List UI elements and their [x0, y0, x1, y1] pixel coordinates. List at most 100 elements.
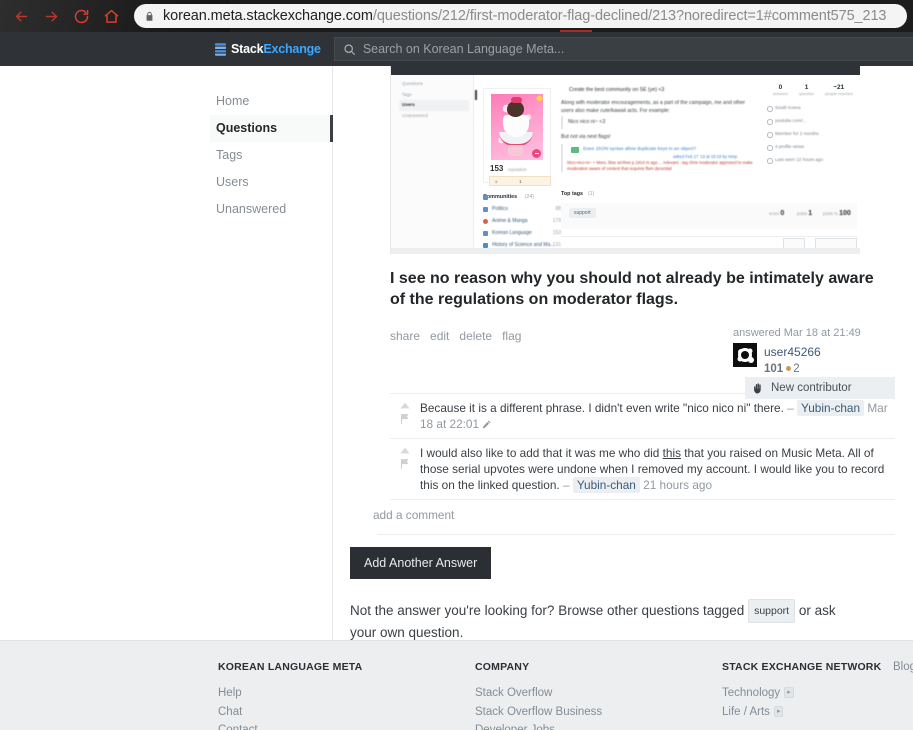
footer-link-technology[interactable]: Technology ▸	[722, 684, 882, 703]
user-name-link[interactable]: user45266	[764, 345, 821, 359]
stack-exchange-logo[interactable]: StackExchange	[215, 42, 321, 56]
mini-paragraph-2: But not via next flags!	[561, 134, 611, 140]
comment-upvote-icon[interactable]	[400, 402, 410, 409]
mini-tagstat-posts: posts 1	[797, 210, 813, 217]
site-footer: Korean Language Meta Help Chat Contact C…	[0, 640, 913, 730]
footer-link-contact[interactable]: Contact	[218, 721, 448, 730]
sidebar-item-users[interactable]: Users	[210, 169, 333, 196]
comment-gutter	[390, 400, 420, 432]
add-comment-link[interactable]: add a comment	[373, 508, 454, 522]
mini-quote-text: Nico nico ni~ <3	[568, 119, 606, 125]
mini-meta-website: youtube.com/...	[775, 118, 807, 123]
user-card[interactable]: user45266 101 2	[733, 343, 895, 376]
mini-bullet-text: Create the best community on SE (ye) <3	[569, 87, 665, 93]
footer-link-stack-overflow-business[interactable]: Stack Overflow Business	[475, 703, 705, 722]
tag-support[interactable]: support	[748, 599, 796, 623]
mini-meta-lastseen: Last seen 12 hours ago	[775, 157, 824, 162]
bronze-badge-count: 2	[793, 363, 800, 375]
delete-link[interactable]: delete	[459, 329, 492, 343]
mini-badge-bronze-count: 1	[519, 179, 522, 184]
sidebar-item-home[interactable]: Home	[210, 88, 333, 115]
footer-link-stack-overflow[interactable]: Stack Overflow	[475, 684, 705, 703]
footer-column-site: Korean Language Meta Help Chat Contact	[218, 661, 448, 730]
flag-link[interactable]: flag	[502, 329, 521, 343]
sidebar-item-tags[interactable]: Tags	[210, 142, 333, 169]
footer-link-life-arts[interactable]: Life / Arts ▸	[722, 703, 882, 722]
bronze-badge-icon	[786, 365, 792, 371]
mini-link-favicon-icon	[571, 147, 579, 153]
address-bar[interactable]: korean.meta.stackexchange.com/questions/…	[134, 4, 907, 28]
footer-link-help[interactable]: Help	[218, 684, 448, 703]
comment-upvote-icon[interactable]	[400, 447, 410, 454]
footer-link-developer-jobs[interactable]: Developer Jobs	[475, 721, 705, 730]
comment-author-link[interactable]: Yubin-chan	[572, 477, 640, 493]
comment-inline-link[interactable]: this	[663, 446, 681, 460]
search-box[interactable]	[333, 37, 913, 61]
footer-link-chat[interactable]: Chat	[218, 703, 448, 722]
mini-tag-support: support	[569, 208, 596, 218]
user-reputation: 101 2	[764, 362, 821, 376]
comment-timestamp: 21 hours ago	[643, 478, 713, 492]
forward-arrow-icon[interactable]	[36, 1, 66, 31]
not-answer-suffix: .	[459, 625, 464, 640]
mini-location-pin-icon	[767, 106, 773, 112]
reputation-value: 101	[764, 363, 784, 375]
sidebar-item-questions[interactable]: Questions	[210, 115, 333, 142]
share-link[interactable]: share	[390, 329, 420, 343]
not-answer-prefix: Not the answer you're looking for? Brows…	[350, 603, 745, 618]
footer-heading-network: Stack Exchange Network	[722, 661, 882, 673]
chrome-tab-indicator	[560, 30, 592, 32]
not-answer-middle: or	[798, 603, 811, 618]
mini-eye-icon	[767, 145, 773, 151]
mini-avatar-legs	[508, 145, 523, 156]
reload-icon[interactable]	[66, 1, 96, 31]
mini-tag-card	[561, 203, 857, 229]
answered-timestamp: answered Mar 18 at 21:49	[733, 327, 861, 339]
comment-author-link[interactable]: Yubin-chan	[797, 400, 865, 416]
footer-heading-site: Korean Language Meta	[218, 661, 363, 673]
mini-bottom-strip	[391, 248, 860, 254]
mini-nav: Questions Tags Users Unanswered	[399, 79, 477, 121]
mini-community-politics: Politics 88	[492, 206, 561, 212]
sidebar: Home Questions Tags Users Unanswered	[0, 66, 333, 640]
search-icon	[344, 43, 355, 55]
edit-link[interactable]: edit	[430, 329, 449, 343]
mini-community-anime: Anime & Manga 179	[492, 218, 561, 224]
mini-meta-member: Member for 2 months	[775, 131, 819, 136]
browser-chrome: korean.meta.stackexchange.com/questions/…	[0, 0, 913, 32]
user-avatar-identicon[interactable]	[733, 343, 757, 367]
comment-item: I would also like to add that it was me …	[390, 439, 895, 500]
search-input[interactable]	[362, 42, 913, 56]
home-icon[interactable]	[96, 1, 126, 31]
mini-badge-bar-icon: ●	[495, 179, 498, 184]
comment-flag-icon[interactable]	[400, 414, 410, 424]
post-menu: share edit delete flag	[390, 329, 521, 343]
new-contributor-label: New contributor	[771, 382, 852, 394]
chevron-right-icon: ▸	[784, 687, 794, 698]
mini-tagstat-percent: posts % 100	[823, 210, 851, 217]
mini-avatar-bow	[511, 97, 522, 103]
mini-communities-count: (24)	[525, 194, 534, 200]
mini-link-title: Does JSON syntax allow duplicate keys in…	[583, 147, 697, 152]
comment-dash: –	[787, 401, 794, 415]
mini-stat-question: 1 question	[799, 84, 815, 96]
comment-edit-pencil-icon[interactable]	[482, 420, 491, 429]
sidebar-item-unanswered[interactable]: Unanswered	[210, 196, 333, 223]
answer-title: I see no reason why you should not alrea…	[390, 270, 874, 308]
stack-exchange-logo-text: StackExchange	[231, 42, 321, 56]
mini-plus-glyph	[534, 153, 539, 155]
mini-nav-unanswered: Unanswered	[402, 112, 428, 118]
comment-body: I would also like to add that it was me …	[420, 445, 895, 493]
footer-link-blog[interactable]: Blog	[893, 661, 913, 673]
mini-link-chain-icon	[767, 119, 773, 125]
mini-meta-location: South Korea	[775, 105, 801, 110]
embedded-profile-screenshot: Questions Tags Users Unanswered 153 repu…	[390, 66, 860, 254]
add-another-answer-button[interactable]: Add Another Answer	[350, 547, 492, 579]
not-the-answer-prompt: Not the answer you're looking for? Brows…	[350, 599, 862, 643]
mini-top-tags-title: Top tags	[561, 191, 584, 197]
back-arrow-icon[interactable]	[6, 1, 36, 31]
mini-community-korean: Korean Language 153	[492, 230, 561, 236]
footer-column-company: Company Stack Overflow Stack Overflow Bu…	[475, 661, 705, 730]
comment-item: Because it is a different phrase. I didn…	[390, 394, 895, 439]
comment-flag-icon[interactable]	[400, 459, 410, 469]
